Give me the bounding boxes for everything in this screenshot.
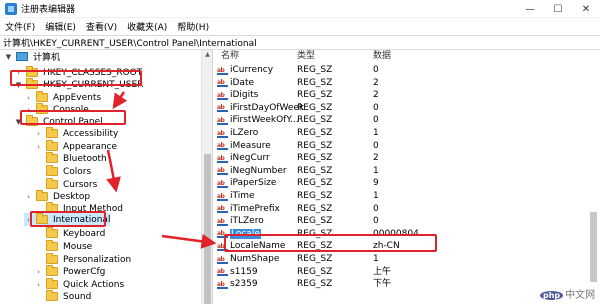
watermark-text: 中文网 xyxy=(565,290,596,301)
annotation-arrows xyxy=(106,91,217,249)
annotation-arrow-2 xyxy=(106,149,121,193)
watermark: php 中文网 xyxy=(540,286,595,301)
php-logo-icon: php xyxy=(540,291,564,300)
annotation-arrow-3 xyxy=(161,233,217,249)
registry-editor-window: 注册表编辑器 — ☐ ✕ 文件(F) 编辑(E) 查看(V) 收藏夹(A) 帮助… xyxy=(0,0,600,304)
annotation-arrow-1 xyxy=(112,91,128,110)
